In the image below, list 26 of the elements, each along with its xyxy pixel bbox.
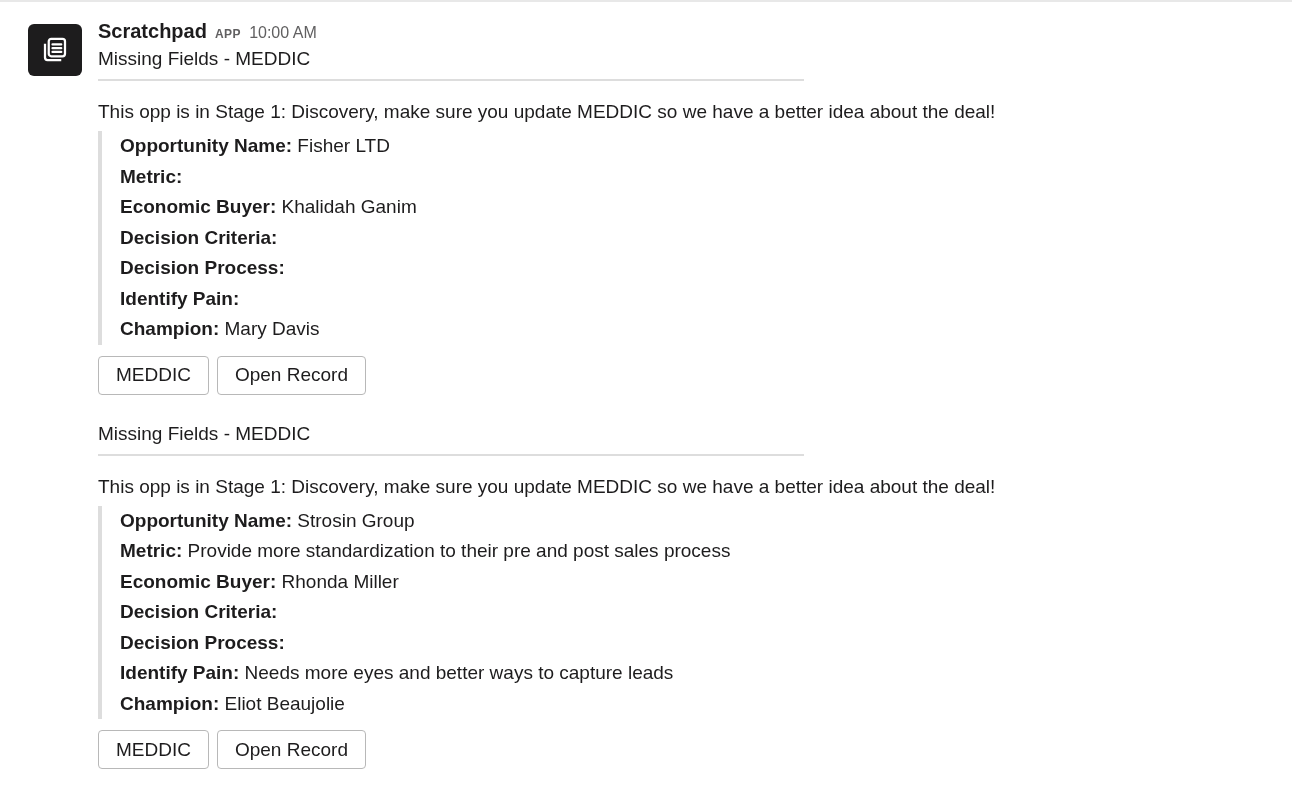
action-button[interactable]: MEDDIC — [98, 355, 209, 395]
timestamp[interactable]: 10:00 AM — [249, 24, 317, 42]
field-line: Metric: — [120, 164, 184, 189]
field-line: Decision Criteria: — [120, 225, 279, 250]
field-line: Metric: Provide more standardization to their pre and post sales process — [120, 539, 732, 563]
field-line: Identify Pain: Needs more eyes and better ways to capture leads — [120, 661, 675, 685]
field-line: Decision Process: — [120, 256, 286, 280]
sender-name[interactable]: Scratchpad — [98, 20, 207, 43]
field-line: Opportunity Name: Strosin Group — [120, 508, 416, 533]
action-button[interactable]: MEDDIC — [98, 730, 209, 769]
field-line: Economic Buyer: Khalidah Ganim — [120, 195, 418, 219]
action-button[interactable]: Open Record — [216, 730, 366, 769]
action-button[interactable]: Open Record — [216, 355, 366, 395]
app-avatar-icon — [28, 24, 82, 76]
field-line: Opportunity Name: Fisher LTD — [120, 134, 391, 158]
message-text: This opp is in Stage 1: Discovery, make sure you update MEDDIC so we have a better idea about the deal! — [98, 101, 996, 123]
attachment-title: Missing Fields - MEDDIC — [98, 422, 804, 456]
field-line: Decision Process: — [120, 630, 286, 655]
app-label: APP — [214, 27, 242, 41]
attachment-title: Missing Fields - MEDDIC — [98, 48, 804, 81]
field-line: Economic Buyer: Rhonda Miller — [120, 569, 400, 594]
field-line: Champion: Eliot Beaujolie — [120, 691, 346, 716]
field-line: Decision Criteria: — [120, 600, 279, 624]
field-line: Champion: Mary Davis — [120, 317, 321, 341]
field-line: Identify Pain: — [120, 286, 241, 311]
message-text: This opp is in Stage 1: Discovery, make sure you update MEDDIC so we have a better idea about the deal! — [98, 475, 996, 498]
